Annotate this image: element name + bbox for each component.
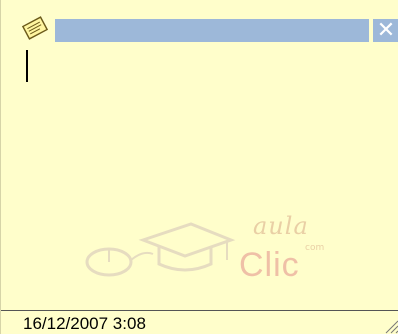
text-caret xyxy=(26,50,28,82)
resize-grip-icon[interactable] xyxy=(381,316,398,334)
note-timestamp: 16/12/2007 3:08 xyxy=(23,314,146,333)
watermark-clic-text: Clic xyxy=(239,246,300,284)
watermark-aula-text: aula xyxy=(253,212,309,240)
note-icon xyxy=(21,16,49,40)
sticky-note-window: ✕ aula com Clic 16/12/2007 3:08 xyxy=(0,0,398,334)
watermark-com-text: com xyxy=(305,243,325,253)
note-title[interactable] xyxy=(55,19,369,42)
note-titlebar[interactable]: ✕ xyxy=(1,0,398,44)
close-button[interactable]: ✕ xyxy=(373,19,398,42)
note-footer: 16/12/2007 3:08 xyxy=(1,310,398,334)
